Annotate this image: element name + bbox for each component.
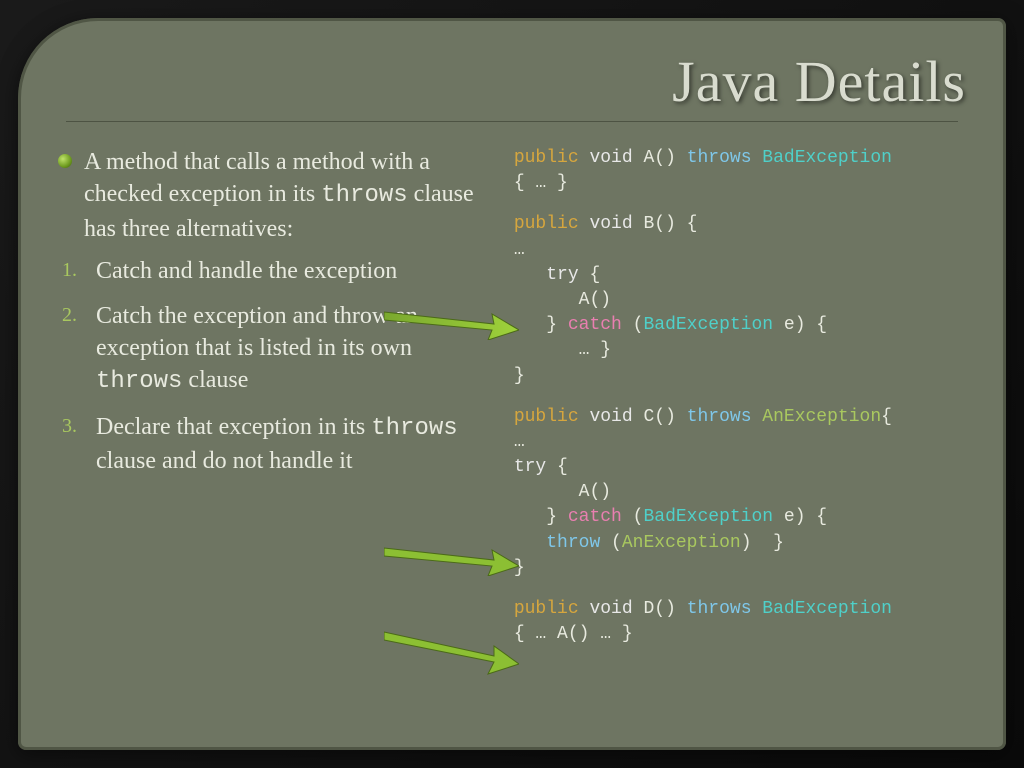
left-column: A method that calls a method with a chec… — [58, 146, 494, 663]
method-d-name: D() — [633, 599, 687, 619]
alternatives-list: Catch and handle the exception Catch the… — [96, 255, 494, 477]
arrow-1 — [384, 300, 519, 340]
code-method-a: public void A() throws BadException { … … — [514, 146, 966, 196]
paren: ( — [622, 315, 644, 335]
intro-code: throws — [321, 182, 407, 209]
kw-catch: catch — [568, 315, 622, 335]
right-column: public void A() throws BadException { … … — [514, 146, 966, 663]
method-c-l4: A() — [514, 482, 611, 502]
paren: ( — [600, 533, 622, 553]
kw-try: try — [514, 457, 546, 477]
kw-void: void — [589, 214, 632, 234]
method-c-l2: … — [514, 432, 525, 452]
exception-anexception: AnException — [622, 533, 741, 553]
alt-3: Declare that exception in its throws cla… — [96, 411, 494, 478]
columns: A method that calls a method with a chec… — [58, 146, 966, 663]
alt-2-code: throws — [96, 368, 182, 395]
intro-text: A method that calls a method with a chec… — [84, 146, 494, 245]
catch-rest: e) { — [773, 315, 827, 335]
kw-catch: catch — [568, 507, 622, 527]
alt-3-pre: Declare that exception in its — [96, 414, 371, 440]
method-b-sig: B() { — [633, 214, 698, 234]
kw-throws: throws — [687, 148, 752, 168]
code-method-c: public void C() throws AnException{ … tr… — [514, 405, 966, 581]
method-b-l4: A() — [514, 290, 611, 310]
slide: Java Details A method that calls a metho… — [18, 18, 1006, 750]
kw-public: public — [514, 214, 579, 234]
exception-badexception: BadException — [752, 148, 892, 168]
kw-throws: throws — [687, 407, 752, 427]
alt-3-post: clause and do not handle it — [96, 448, 353, 474]
method-b-l2: … — [514, 240, 525, 260]
alt-3-code: throws — [371, 415, 457, 442]
kw-void: void — [589, 407, 632, 427]
kw-public: public — [514, 599, 579, 619]
alt-2-pre: Catch the exception and throw an excepti… — [96, 303, 418, 361]
exception-badexception: BadException — [643, 507, 773, 527]
kw-void: void — [589, 599, 632, 619]
method-b-l6: … } — [514, 340, 611, 360]
kw-void: void — [589, 148, 632, 168]
catch-rest: e) { — [773, 507, 827, 527]
method-a-name: A() — [633, 148, 687, 168]
method-b-l7: } — [514, 366, 525, 386]
code-method-b: public void B() { … try { A() } catch (B… — [514, 212, 966, 388]
brace-close: } — [514, 507, 568, 527]
kw-try: try — [514, 265, 579, 285]
intro-bullet: A method that calls a method with a chec… — [58, 146, 494, 245]
alt-2-post: clause — [182, 367, 248, 393]
kw-public: public — [514, 407, 579, 427]
method-d-body: { … A() … } — [514, 624, 633, 644]
brace-close: } — [514, 315, 568, 335]
paren: ( — [622, 507, 644, 527]
exception-anexception: AnException — [752, 407, 882, 427]
bullet-icon — [58, 154, 72, 168]
slide-title: Java Details — [58, 48, 966, 115]
exception-badexception: BadException — [643, 315, 773, 335]
alt-1: Catch and handle the exception — [96, 255, 494, 287]
brace: { — [579, 265, 601, 285]
arrow-2 — [384, 536, 519, 576]
code-method-d: public void D() throws BadException { … … — [514, 597, 966, 647]
kw-throw: throw — [514, 533, 600, 553]
arrow-3 — [384, 626, 519, 676]
method-a-body: { … } — [514, 173, 568, 193]
kw-public: public — [514, 148, 579, 168]
kw-throws: throws — [687, 599, 752, 619]
alt-1-text: Catch and handle the exception — [96, 258, 397, 284]
exception-badexception: BadException — [752, 599, 892, 619]
divider — [66, 121, 958, 122]
brace: { — [546, 457, 568, 477]
throw-rest: ) } — [741, 533, 784, 553]
brace: { — [881, 407, 892, 427]
method-c-name: C() — [633, 407, 687, 427]
